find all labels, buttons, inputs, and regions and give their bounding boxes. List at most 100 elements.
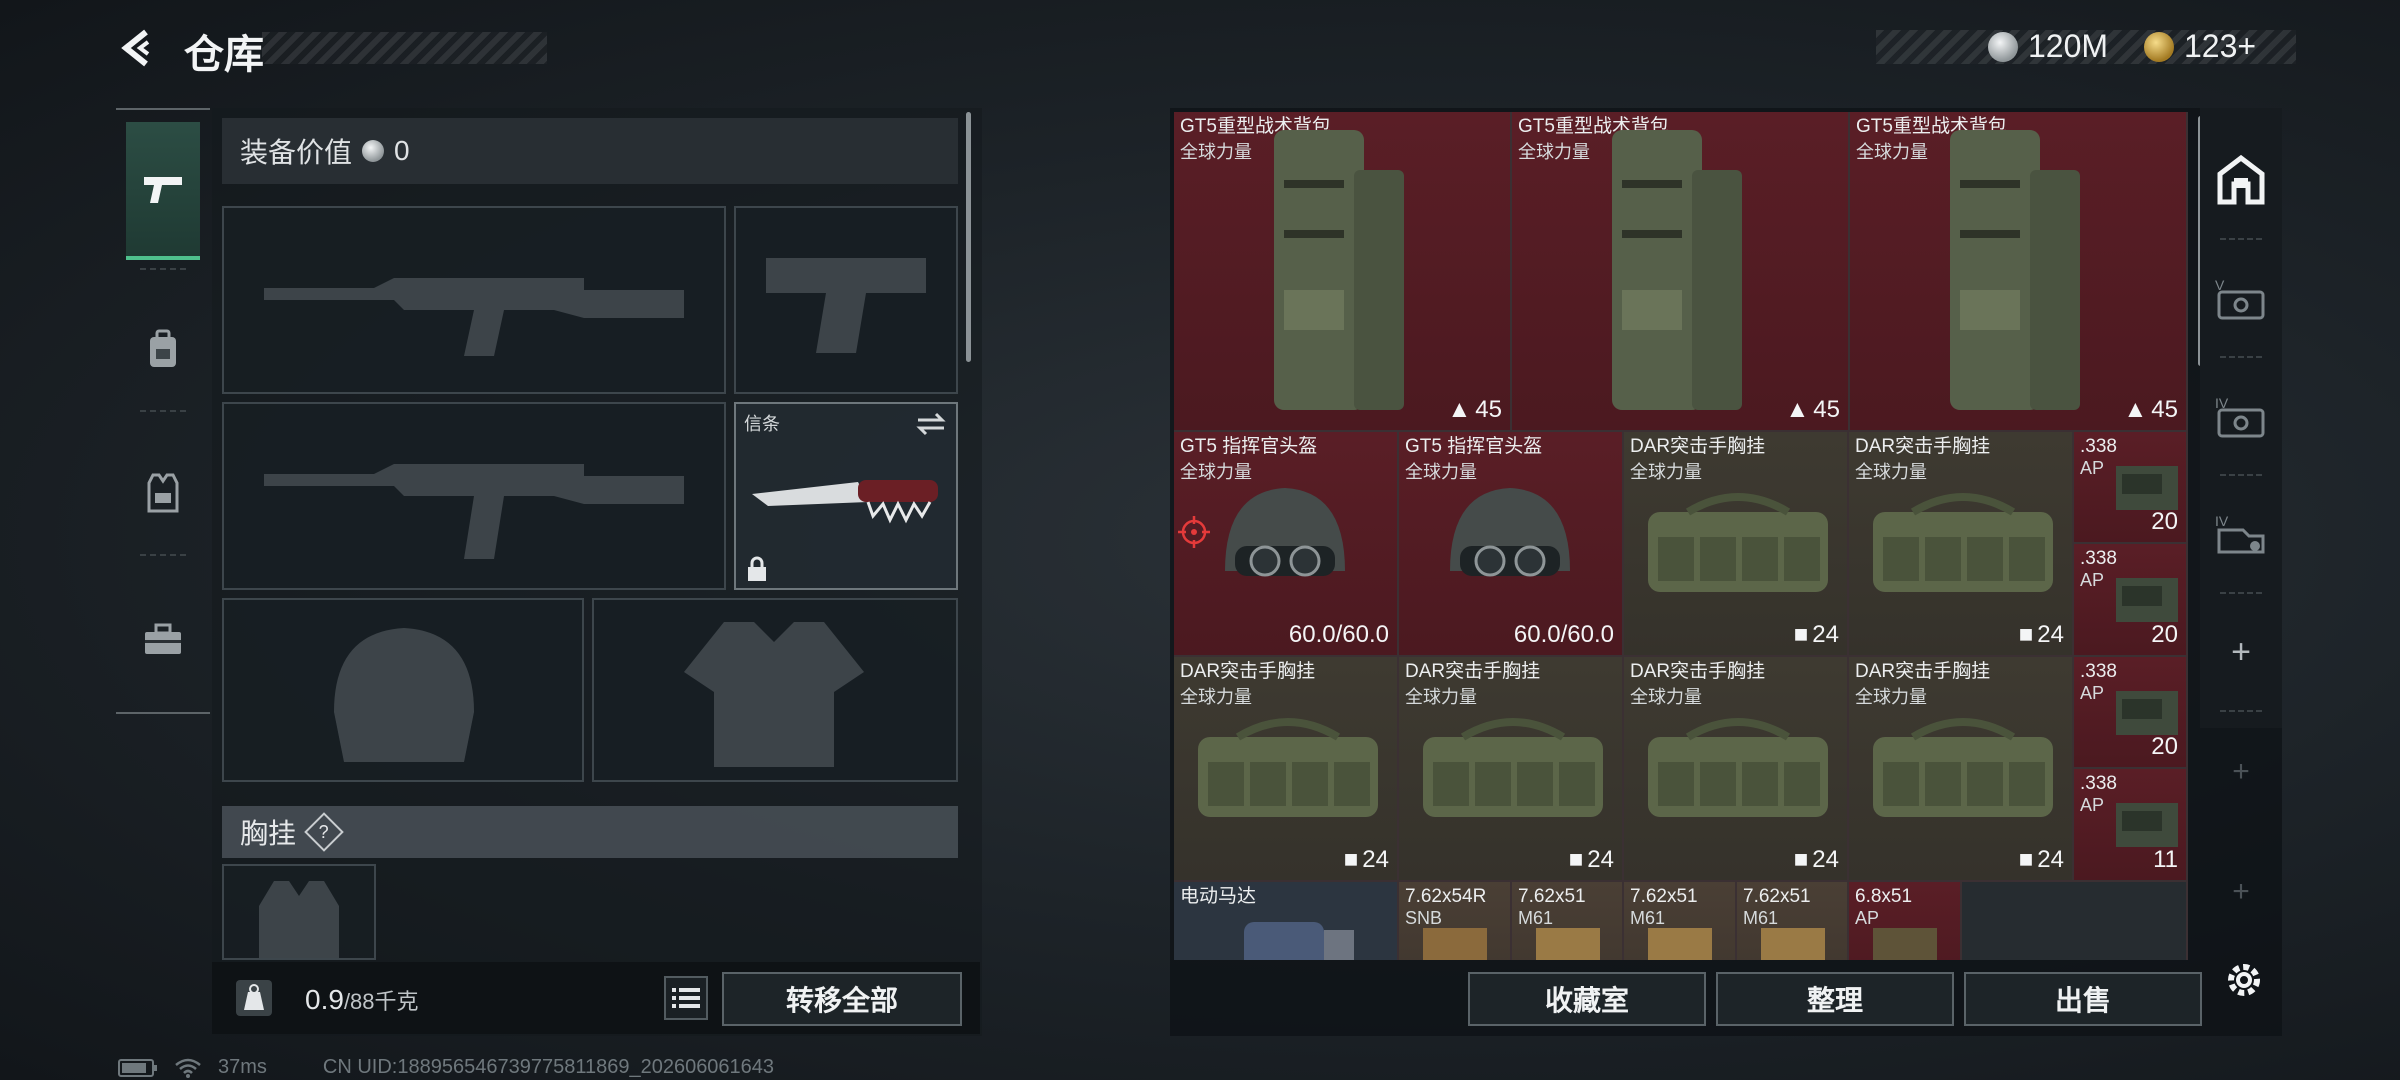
primary-weapon-slot[interactable] xyxy=(222,206,726,394)
tier-v-case-icon: V xyxy=(2215,277,2265,320)
category-rail xyxy=(116,108,210,714)
page-title: 仓库 xyxy=(184,33,264,77)
backpack-icon xyxy=(1612,130,1742,410)
chest-rig-icon xyxy=(1648,718,1828,817)
storage-item[interactable]: .338 AP 20 xyxy=(2074,544,2188,657)
uid-text: CN UID:188956546739775811869_20260606164… xyxy=(322,1056,775,1078)
organize-button[interactable]: 整理 xyxy=(1716,972,1954,1026)
armor-silhouette-icon xyxy=(684,622,864,767)
rifle-slot-2[interactable] xyxy=(222,402,726,590)
storage-item[interactable]: 电动马达 xyxy=(1174,882,1399,960)
item-count: ■ 24 xyxy=(2018,846,2064,873)
chest-rig-icon xyxy=(1198,718,1378,817)
ammo-box-icon xyxy=(2116,691,2178,735)
storage-item[interactable]: DAR突击手胸挂 全球力量 ■ 24 xyxy=(1624,657,1849,882)
knife-icon xyxy=(752,480,938,524)
rail-divider xyxy=(140,268,186,270)
tier-v-filter-button[interactable]: V xyxy=(2204,238,2278,358)
chest-rig-slot[interactable] xyxy=(222,864,376,960)
list-view-button[interactable] xyxy=(664,976,708,1020)
melee-slot[interactable]: 信条 xyxy=(734,402,958,590)
ammo-box-icon xyxy=(1761,928,1825,960)
collection-room-button[interactable]: 收藏室 xyxy=(1468,972,1706,1026)
silver-currency[interactable]: 120M xyxy=(1988,28,2108,65)
gold-coin-icon xyxy=(2144,31,2174,62)
vest-mini-icon: ■ xyxy=(2018,621,2034,648)
storage-item[interactable]: DAR突击手胸挂 全球力量 ■ 24 xyxy=(1849,432,2074,657)
tab-weapons[interactable] xyxy=(126,122,200,260)
vest-icon xyxy=(147,473,179,513)
storage-item[interactable]: .338 AP 11 xyxy=(2074,769,2188,882)
storage-item[interactable]: DAR突击手胸挂 全球力量 ■ 24 xyxy=(1399,657,1624,882)
chest-rig-icon xyxy=(1873,718,2053,817)
target-marker-icon xyxy=(1178,516,1210,548)
storage-item[interactable]: 7.62x51 M61 xyxy=(1624,882,1737,960)
add-filter-button-3[interactable]: + xyxy=(2204,832,2278,952)
ammo-box-icon xyxy=(1648,928,1712,960)
title-decoration xyxy=(262,32,547,64)
storage-item[interactable]: 6.8x51 AP xyxy=(1849,882,1962,960)
ammo-box-icon xyxy=(1873,928,1937,960)
tab-backpacks[interactable] xyxy=(126,280,200,418)
item-count: ■ 24 xyxy=(1793,621,1839,648)
storage-item[interactable]: GT5 指挥官头盔 全球力量 60.0/60.0 xyxy=(1174,432,1399,657)
ammo-box-icon xyxy=(1536,928,1600,960)
transfer-all-button[interactable]: 转移全部 xyxy=(722,972,962,1026)
vest-mini-icon: ■ xyxy=(1793,621,1809,648)
sell-button[interactable]: 出售 xyxy=(1964,972,2202,1026)
settings-button[interactable] xyxy=(2218,954,2270,1006)
storage-item[interactable]: 7.62x51 M61 xyxy=(1512,882,1624,960)
storage-item[interactable]: GT5重型战术背包 全球力量 ▲ 45 xyxy=(1512,112,1850,432)
storage-item[interactable]: GT5重型战术背包 全球力量 ▲ 45 xyxy=(1174,112,1512,432)
empty-cell[interactable] xyxy=(1962,882,2188,960)
storage-item[interactable]: DAR突击手胸挂 全球力量 ■ 24 xyxy=(1624,432,1849,657)
status-bar: 37ms CN UID:188956546739775811869_202606… xyxy=(118,1056,774,1079)
ammo-box-icon xyxy=(2116,803,2178,847)
storage-item[interactable]: 7.62x51 M61 xyxy=(1737,882,1849,960)
silver-coin-icon xyxy=(362,140,385,162)
rifle-silhouette-icon xyxy=(264,278,684,356)
help-icon[interactable]: ? xyxy=(304,812,344,852)
storage-item[interactable]: DAR突击手胸挂 全球力量 ■ 24 xyxy=(1849,657,2074,882)
battery-icon xyxy=(118,1058,157,1077)
helmet-icon xyxy=(1450,488,1570,577)
equipment-value-label: 装备价值 xyxy=(240,137,353,168)
swap-icon[interactable] xyxy=(916,412,946,436)
storage-item[interactable]: .338 AP 20 xyxy=(2074,432,2188,544)
storage-item[interactable]: GT5 指挥官头盔 全球力量 60.0/60.0 xyxy=(1399,432,1624,657)
gold-currency[interactable]: 123+ xyxy=(2144,28,2256,65)
storage-item[interactable]: .338 AP 20 xyxy=(2074,657,2188,769)
weight-value: 0.9 xyxy=(305,984,344,1015)
weight-icon xyxy=(232,976,276,1020)
secondary-weapon-slot[interactable] xyxy=(734,206,958,394)
chest-rig-icon xyxy=(1423,718,1603,817)
add-filter-button[interactable]: + xyxy=(2204,592,2278,712)
armor-slot[interactable] xyxy=(592,598,958,782)
rail-divider xyxy=(140,554,186,556)
weight-readout: 0.9/88千克 xyxy=(305,984,419,1016)
filter-all-button[interactable] xyxy=(2204,120,2278,240)
tab-containers[interactable] xyxy=(126,570,200,708)
tier-iv-key-icon: IV xyxy=(2215,513,2265,554)
svg-text:IV: IV xyxy=(2215,513,2229,529)
item-count: ▲ 45 xyxy=(1447,396,1502,423)
tier-iv-filter-button[interactable]: IV xyxy=(2204,356,2278,476)
backpack-mini-icon: ▲ xyxy=(2123,396,2148,423)
storage-item[interactable]: DAR突击手胸挂 全球力量 ■ 24 xyxy=(1174,657,1399,882)
back-button[interactable] xyxy=(112,22,164,74)
storage-item[interactable]: 7.62x54R SNB xyxy=(1399,882,1512,960)
helmet-slot[interactable] xyxy=(222,598,584,782)
gear-icon xyxy=(2228,964,2260,996)
chest-rig-icon xyxy=(1873,493,2053,592)
tier-iv-key-filter-button[interactable]: IV xyxy=(2204,474,2278,594)
wifi-icon xyxy=(175,1058,201,1078)
lock-icon xyxy=(748,556,766,581)
equipment-value: 0 xyxy=(394,135,410,166)
gold-amount: 123+ xyxy=(2184,28,2257,64)
tab-vests[interactable] xyxy=(126,424,200,562)
add-filter-button-2[interactable]: + xyxy=(2204,712,2278,832)
storage-item[interactable]: GT5重型战术背包 全球力量 ▲ 45 xyxy=(1850,112,2188,432)
item-count: ■ 24 xyxy=(2018,621,2064,648)
melee-label: 信条 xyxy=(744,414,780,434)
loadout-scrollbar[interactable] xyxy=(966,112,971,362)
